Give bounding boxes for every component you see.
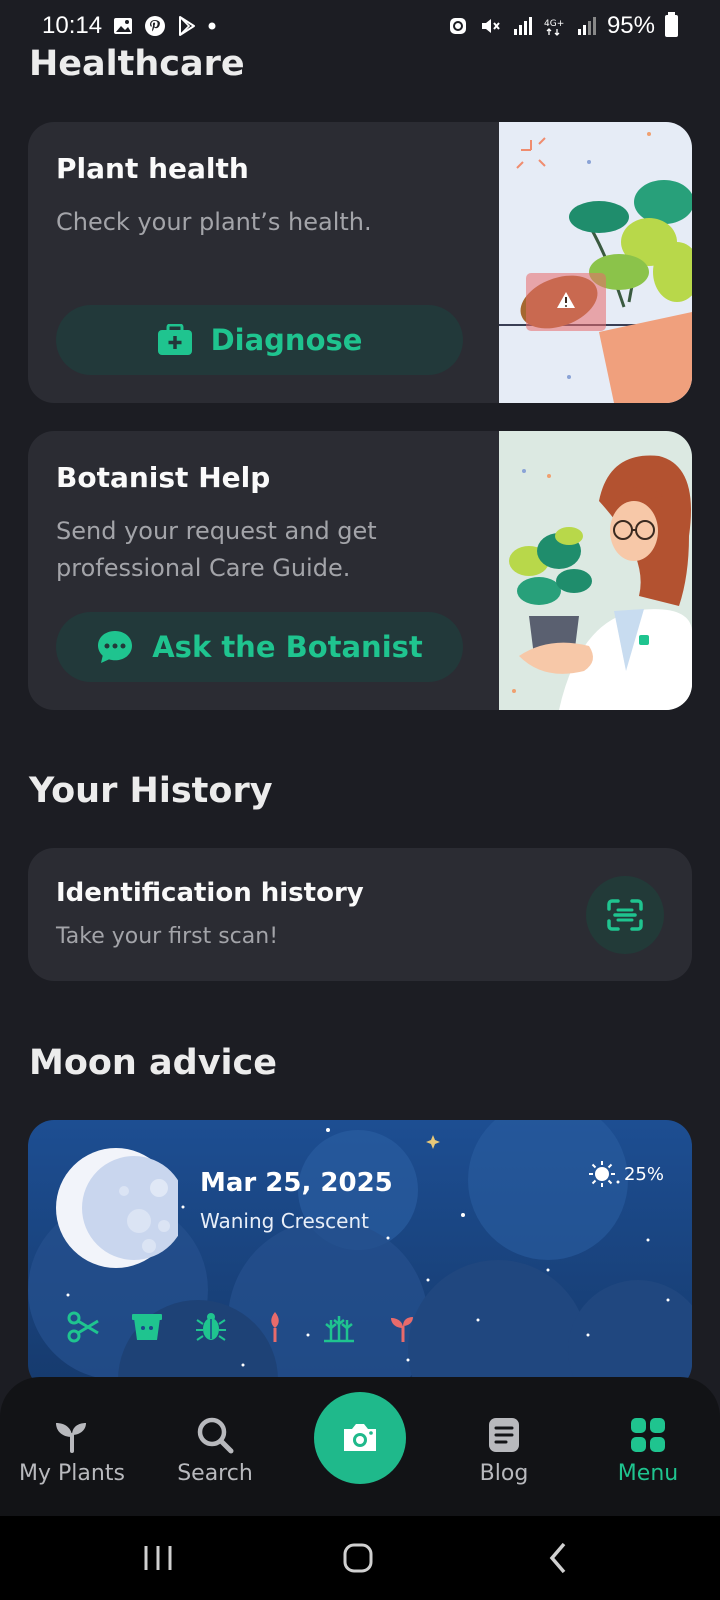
plant-health-subtitle: Check your plant’s health. xyxy=(56,208,372,236)
4g-icon: 4G+ xyxy=(544,19,564,36)
camera-button[interactable] xyxy=(314,1392,406,1484)
eco-icon xyxy=(449,18,466,34)
status-left: 10:14 xyxy=(42,12,216,40)
back-icon[interactable] xyxy=(540,1540,580,1576)
camera-icon xyxy=(344,1424,376,1451)
system-navigation-bar xyxy=(0,1516,720,1600)
ask-botanist-label: Ask the Botanist xyxy=(152,630,423,664)
nav-blog[interactable]: Blog xyxy=(434,1415,574,1486)
healthcare-title: Healthcare xyxy=(29,44,245,84)
pot-icon[interactable] xyxy=(130,1310,164,1344)
moon-illumination: 25% xyxy=(588,1160,664,1188)
botanist-subtitle-line1: Send your request and get xyxy=(56,517,377,545)
play-store-icon xyxy=(179,16,196,36)
dot-icon xyxy=(208,22,216,30)
botanist-subtitle-line2: professional Care Guide. xyxy=(56,554,351,582)
mute-icon xyxy=(481,19,500,33)
botanist-help-title: Botanist Help xyxy=(56,461,271,494)
grid-icon xyxy=(631,1418,665,1452)
scissors-icon[interactable] xyxy=(66,1310,100,1344)
document-icon xyxy=(489,1418,519,1452)
home-icon[interactable] xyxy=(338,1540,378,1576)
nav-search[interactable]: Search xyxy=(145,1415,285,1486)
bug-icon[interactable] xyxy=(194,1310,228,1344)
diagnose-button[interactable]: Diagnose xyxy=(56,305,463,375)
moon-advice-card[interactable]: Mar 25, 2025 Waning Crescent 25% xyxy=(28,1120,692,1390)
search-icon xyxy=(197,1417,234,1454)
moon-activity-icons xyxy=(66,1310,420,1344)
gallery-icon xyxy=(114,18,133,34)
moon-light-icon xyxy=(588,1161,615,1187)
plant-health-title: Plant health xyxy=(56,152,249,185)
scan-button[interactable] xyxy=(586,876,664,954)
plant-health-illustration xyxy=(499,122,692,403)
sprout-icon xyxy=(56,1423,86,1453)
svg-text:4G+: 4G+ xyxy=(544,19,564,29)
status-right: 4G+ 95% xyxy=(447,12,678,40)
signal-icon xyxy=(577,17,596,35)
botanist-help-card[interactable]: Botanist Help Send your request and get … xyxy=(28,431,692,710)
identification-history-title: Identification history xyxy=(56,878,364,908)
battery-percent: 95% xyxy=(606,12,655,39)
seedlings-icon[interactable] xyxy=(322,1310,356,1344)
identification-history-card[interactable]: Identification history Take your first s… xyxy=(28,848,692,981)
ask-botanist-button[interactable]: Ask the Botanist xyxy=(56,612,463,682)
moon-advice-title: Moon advice xyxy=(29,1043,277,1083)
nav-my-plants[interactable]: My Plants xyxy=(2,1415,142,1486)
history-title: Your History xyxy=(29,771,273,811)
clock: 10:14 xyxy=(42,12,103,39)
trowel-icon[interactable] xyxy=(258,1310,292,1344)
first-aid-kit-icon xyxy=(157,324,192,355)
bottom-navigation: My Plants Search Blog Menu xyxy=(0,1377,720,1516)
nav-blog-label: Blog xyxy=(479,1461,529,1486)
identification-history-subtitle: Take your first scan! xyxy=(56,924,279,949)
moon-phase: Waning Crescent xyxy=(200,1209,370,1233)
nav-search-label: Search xyxy=(177,1461,253,1486)
nav-my-plants-label: My Plants xyxy=(19,1461,125,1486)
nav-menu-label: Menu xyxy=(617,1461,679,1486)
moon-date: Mar 25, 2025 xyxy=(200,1168,393,1198)
moon-phase-icon xyxy=(56,1148,178,1268)
pinterest-icon xyxy=(145,16,166,36)
diagnose-label: Diagnose xyxy=(210,323,363,357)
botanist-illustration xyxy=(499,431,692,710)
nav-menu[interactable]: Menu xyxy=(578,1415,718,1486)
recent-apps-icon[interactable] xyxy=(138,1540,178,1576)
sprout-icon[interactable] xyxy=(386,1310,420,1344)
signal-r-icon xyxy=(513,17,532,35)
moon-illumination-value: 25% xyxy=(623,1163,664,1185)
battery-icon xyxy=(665,12,678,37)
scan-icon xyxy=(607,899,643,931)
plant-health-card[interactable]: Plant health Check your plant’s health. … xyxy=(28,122,692,403)
chat-bubble-icon xyxy=(98,631,133,663)
